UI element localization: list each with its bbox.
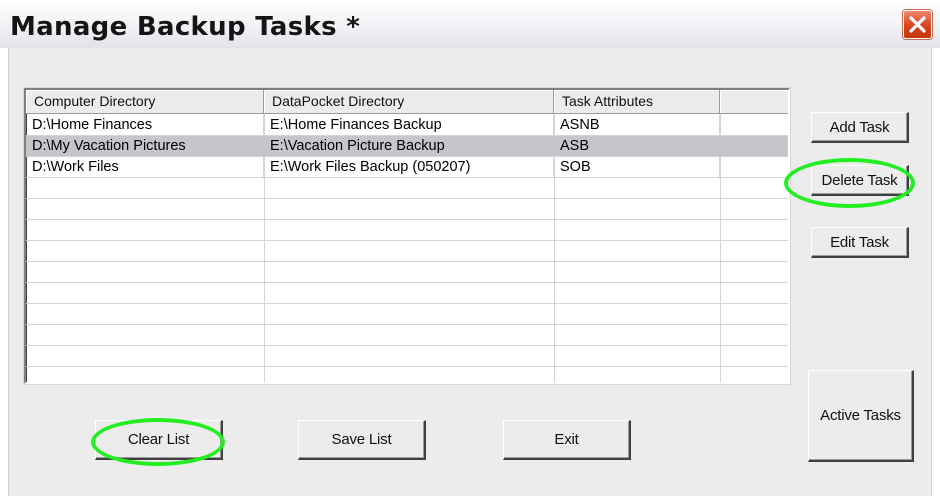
cell-datapocket-directory: E:\Vacation Picture Backup [264,136,554,156]
column-header-empty[interactable] [720,90,788,113]
cell-task-attributes: SOB [554,157,720,177]
empty-row [26,346,788,367]
title-bar: Manage Backup Tasks * [0,0,940,48]
manage-backup-tasks-window: Manage Backup Tasks * Computer Directory… [0,0,940,496]
cell-computer-directory: D:\My Vacation Pictures [26,136,264,156]
exit-button[interactable]: Exit [503,420,631,460]
table-row[interactable]: D:\Home Finances E:\Home Finances Backup… [26,115,788,136]
empty-row [26,304,788,325]
column-header-task-attributes[interactable]: Task Attributes [554,90,720,113]
empty-row [26,325,788,346]
empty-row [26,220,788,241]
close-x-icon [909,16,926,33]
cell-task-attributes: ASNB [554,115,720,135]
add-task-button[interactable]: Add Task [811,112,909,143]
empty-row [26,367,788,382]
empty-row [26,178,788,199]
cell-computer-directory: D:\Work Files [26,157,264,177]
cell-task-attributes: ASB [554,136,720,156]
active-tasks-button[interactable]: Active Tasks [808,370,914,462]
empty-row [26,283,788,304]
empty-row [26,262,788,283]
backup-task-list[interactable]: Computer Directory DataPocket Directory … [24,88,790,384]
delete-task-button[interactable]: Delete Task [811,165,909,196]
table-row[interactable]: D:\Work Files E:\Work Files Backup (0502… [26,157,788,178]
cell-datapocket-directory: E:\Work Files Backup (050207) [264,157,554,177]
edit-task-button[interactable]: Edit Task [811,227,909,258]
column-header-computer-directory[interactable]: Computer Directory [26,90,264,113]
cell-datapocket-directory: E:\Home Finances Backup [264,115,554,135]
empty-row [26,199,788,220]
close-button[interactable] [903,10,932,39]
window-title: Manage Backup Tasks * [10,12,361,42]
clear-list-button[interactable]: Clear List [95,420,223,460]
cell-computer-directory: D:\Home Finances [26,115,264,135]
column-header-datapocket-directory[interactable]: DataPocket Directory [264,90,554,113]
table-row-selected[interactable]: D:\My Vacation Pictures E:\Vacation Pict… [26,136,788,157]
empty-row [26,241,788,262]
list-header: Computer Directory DataPocket Directory … [26,90,788,114]
save-list-button[interactable]: Save List [298,420,426,460]
